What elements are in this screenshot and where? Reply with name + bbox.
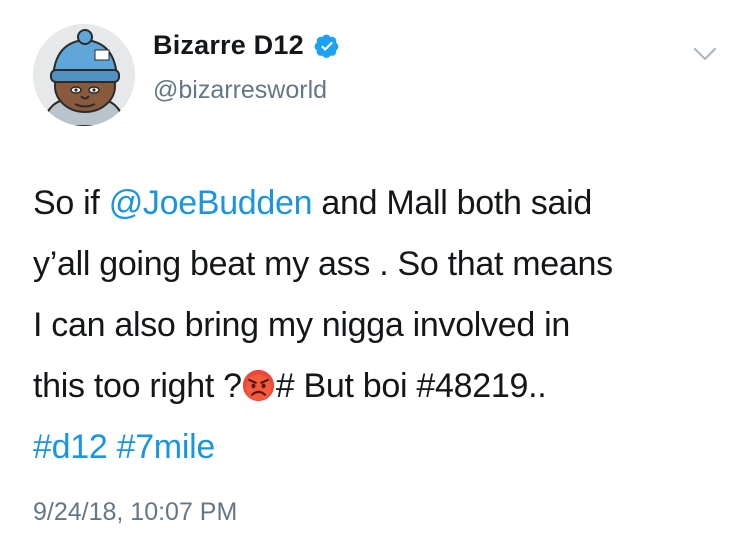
chevron-down-icon[interactable] bbox=[692, 44, 718, 64]
tweet-line: y’all going beat my ass . So that means bbox=[33, 234, 723, 295]
tweet-text-segment: I can also bring my nigga involved in bbox=[33, 306, 570, 344]
tweet-line: So if @JoeBudden and Mall both said bbox=[33, 173, 723, 234]
avatar[interactable] bbox=[33, 24, 135, 126]
timestamp[interactable]: 9/24/18, 10:07 PM bbox=[33, 498, 237, 527]
avatar-cartoon-image bbox=[33, 24, 135, 126]
tweet-line: #d12 #7mile bbox=[33, 417, 723, 478]
verified-badge-icon bbox=[314, 33, 340, 59]
tweet-line: this too right ? # But boi #48219.. bbox=[33, 356, 723, 417]
author-name-row[interactable]: Bizarre D12 bbox=[153, 30, 340, 61]
angry-face-emoji-icon bbox=[242, 361, 275, 402]
tweet-text-segment: y’all going beat my ass . So that means bbox=[33, 245, 613, 283]
tweet-line: I can also bring my nigga involved in bbox=[33, 295, 723, 356]
tweet-text-segment: # But boi #48219.. bbox=[275, 367, 547, 405]
tweet-text-segment: So if bbox=[33, 184, 109, 222]
mention-link[interactable]: @JoeBudden bbox=[109, 184, 313, 222]
hashtag-link[interactable]: #d12 bbox=[33, 428, 108, 466]
author-handle[interactable]: @bizarresworld bbox=[153, 76, 327, 105]
tweet-text: So if @JoeBudden and Mall both said y’all… bbox=[33, 173, 723, 478]
tweet-text-segment bbox=[107, 428, 116, 466]
hashtag-link[interactable]: #7mile bbox=[117, 428, 216, 466]
tweet-card: Bizarre D12 @bizarresworld So if @JoeBud… bbox=[0, 0, 750, 554]
tweet-text-segment: this too right ? bbox=[33, 367, 242, 405]
display-name[interactable]: Bizarre D12 bbox=[153, 30, 304, 61]
tweet-text-segment: and Mall both said bbox=[312, 184, 592, 222]
